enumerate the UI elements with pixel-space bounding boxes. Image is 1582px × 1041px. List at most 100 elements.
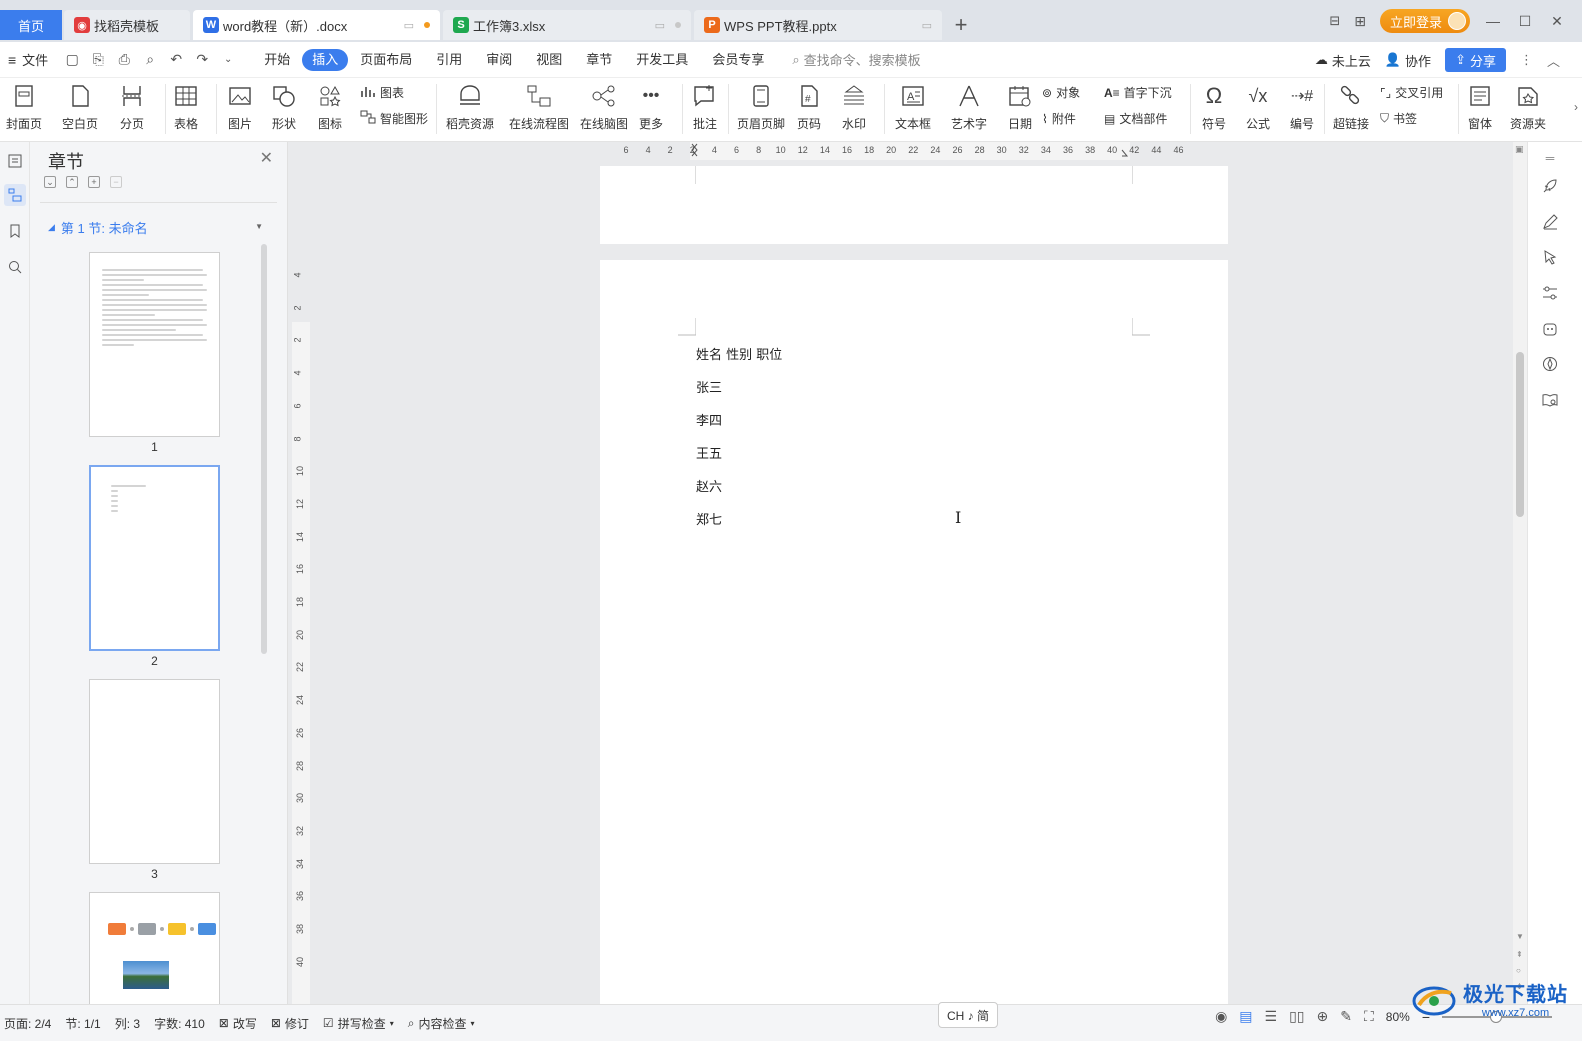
maximize-icon[interactable]: ☐ [1516,13,1534,30]
page-2[interactable]: 姓名 性别 职位 张三 李四 王五 赵六 郑七 I [600,260,1228,1004]
write-view-icon[interactable]: ✎ [1340,1008,1352,1025]
menu-developer[interactable]: 开发工具 [624,49,700,71]
collapse-up-icon[interactable]: ⌃ [66,176,78,188]
smartart-button[interactable]: 智能图形 [360,110,428,127]
cloud-status[interactable]: ☁ 未上云 [1315,51,1371,70]
page-thumbnail-2[interactable] [89,465,220,651]
sidebar-collapse-icon[interactable]: ═ [1540,148,1560,168]
cross-ref-button[interactable]: ⌜⌟ 交叉引用 [1380,84,1443,101]
reading-view-icon[interactable]: ▯▯ [1289,1008,1304,1025]
doc-line-header[interactable]: 姓名 性别 职位 [696,344,782,363]
page-number-button[interactable]: # 页码 [795,82,823,132]
chart-button[interactable]: 图表 [360,84,404,101]
select-browse-icon[interactable]: ○ [1516,966,1521,975]
collab-button[interactable]: 👤 协作 [1385,51,1431,70]
horizontal-ruler[interactable]: 6 4 2 2 4 6 8 10 12 14 16 18 20 22 24 26 28 30 32 34 36 38 40 4… [610,142,1218,166]
ribbon-scroll-right-icon[interactable]: › [1574,100,1578,114]
picture-button[interactable]: 图片 [226,82,254,132]
page-break-button[interactable]: 分页 [118,82,146,132]
menu-page-layout[interactable]: 页面布局 [348,49,424,71]
zoom-level[interactable]: 80% [1386,1010,1410,1024]
online-flowchart-button[interactable]: 在线流程图 [509,82,569,132]
share-button[interactable]: ⇪ 分享 [1445,48,1506,72]
doc-parts-button[interactable]: ▤ 文档部件 [1104,110,1167,127]
menu-review[interactable]: 审阅 [474,49,524,71]
resource-folder-button[interactable]: 资源夹 [1510,82,1546,132]
tab-word-doc[interactable]: W word教程（新）.docx ▭ [193,10,440,40]
save-icon[interactable]: ▢ [62,51,82,69]
formula-button[interactable]: √x 公式 [1244,82,1272,132]
doc-line[interactable]: 李四 [696,410,722,429]
menu-start[interactable]: 开始 [252,49,302,71]
outline-icon[interactable] [4,150,26,172]
tab-docer-templates[interactable]: ◉ 找稻壳模板 [64,10,190,40]
tab-pptx[interactable]: P WPS PPT教程.pptx ▭ [694,10,942,40]
header-footer-button[interactable]: 页眉页脚 [737,82,785,132]
textbox-button[interactable]: A 文本框 [895,82,931,132]
more-options-icon[interactable]: ⋮ [1520,52,1533,68]
revise-toggle[interactable]: ⊠ 修订 [271,1015,309,1032]
page-thumbnail-3[interactable] [89,679,220,864]
page-view-icon[interactable]: ▤ [1239,1008,1252,1025]
customize-chevron-icon[interactable]: ⌄ [218,51,238,69]
web-view-icon[interactable]: ⊕ [1317,1008,1329,1025]
status-page[interactable]: 页面: 2/4 [4,1015,51,1032]
pen-edit-icon[interactable] [1540,212,1560,232]
remove-icon[interactable]: − [110,176,122,188]
document-assistant-icon[interactable] [1540,319,1560,339]
print-preview-icon[interactable]: ⌕ [140,51,160,69]
eye-protection-icon[interactable]: ◉ [1215,1008,1227,1025]
chapter-nav-icon[interactable] [4,184,26,206]
rocket-icon[interactable] [1540,176,1560,196]
date-button[interactable]: 日期 [1006,82,1034,132]
doc-line[interactable]: 张三 [696,377,722,396]
menu-view[interactable]: 视图 [524,49,574,71]
apps-grid-icon[interactable]: ⊞ [1354,13,1366,30]
numbering-button[interactable]: ⇢# 编号 [1288,82,1316,132]
cursor-select-icon[interactable] [1540,247,1560,267]
spell-check-toggle[interactable]: ☑ 拼写检查 ▾ [323,1015,394,1032]
cover-page-button[interactable]: 封面页 [6,82,42,132]
search-icon[interactable] [4,256,26,278]
table-button[interactable]: 表格 [172,82,200,132]
fit-page-icon[interactable]: ⛶ [1364,1008,1374,1025]
ime-indicator[interactable]: CH ♪ 简 [938,1002,999,1028]
wordart-button[interactable]: 艺术字 [951,82,987,132]
icon-button[interactable]: 图标 [316,82,344,132]
prev-page-icon[interactable]: ⇞ [1516,950,1523,959]
scroll-thumb[interactable] [1516,352,1524,517]
expand-down-icon[interactable]: ⌄ [44,176,56,188]
command-search[interactable]: ⌕ 查找命令、搜索模板 [792,50,920,69]
symbol-button[interactable]: Ω 符号 [1200,82,1228,132]
doc-line[interactable]: 赵六 [696,476,722,495]
page-thumbnail-4[interactable] [89,892,220,1004]
vertical-ruler[interactable]: 4 2 2 4 6 8 10 12 14 16 18 20 22 24 26 28 30 32 34 36 38 40 [292,166,310,1004]
doc-line[interactable]: 郑七 [696,509,722,528]
book-search-icon[interactable] [1540,390,1560,410]
close-icon[interactable]: ✕ [1548,13,1566,30]
menu-insert[interactable]: 插入 [302,48,349,71]
page-1-bottom[interactable] [600,166,1228,244]
form-button[interactable]: 窗体 [1466,82,1494,132]
scroll-down-icon[interactable]: ▼ [1516,932,1524,941]
outline-view-icon[interactable]: ☰ [1265,1008,1278,1025]
attachment-button[interactable]: ⌇ 附件 [1042,110,1076,127]
menu-chapter[interactable]: 章节 [574,49,624,71]
chapter-scrollbar[interactable] [261,244,267,654]
shape-button[interactable]: 形状 [270,82,298,132]
login-button[interactable]: 立即登录 [1379,9,1470,33]
layout-icon[interactable]: ⊟ [1329,13,1340,29]
tab-home[interactable]: 首页 [0,10,62,40]
object-button[interactable]: ⊚ 对象 [1042,84,1080,101]
file-menu[interactable]: ≡ 文件 [8,50,48,69]
drop-cap-button[interactable]: A≡ 首字下沉 [1104,84,1172,101]
menu-references[interactable]: 引用 [424,49,474,71]
hyperlink-button[interactable]: 超链接 [1333,82,1369,132]
close-icon[interactable]: ✕ [260,148,273,168]
page-thumbnail-1[interactable] [89,252,220,437]
settings-sliders-icon[interactable] [1540,283,1560,303]
print-icon[interactable]: ⎙ [114,51,134,69]
vertical-scrollbar[interactable]: ▣ ▼ ⇞ ○ ⇟ [1513,142,1527,1004]
comment-button[interactable]: 批注 [691,82,719,132]
more-button[interactable]: ••• 更多 [637,82,665,132]
